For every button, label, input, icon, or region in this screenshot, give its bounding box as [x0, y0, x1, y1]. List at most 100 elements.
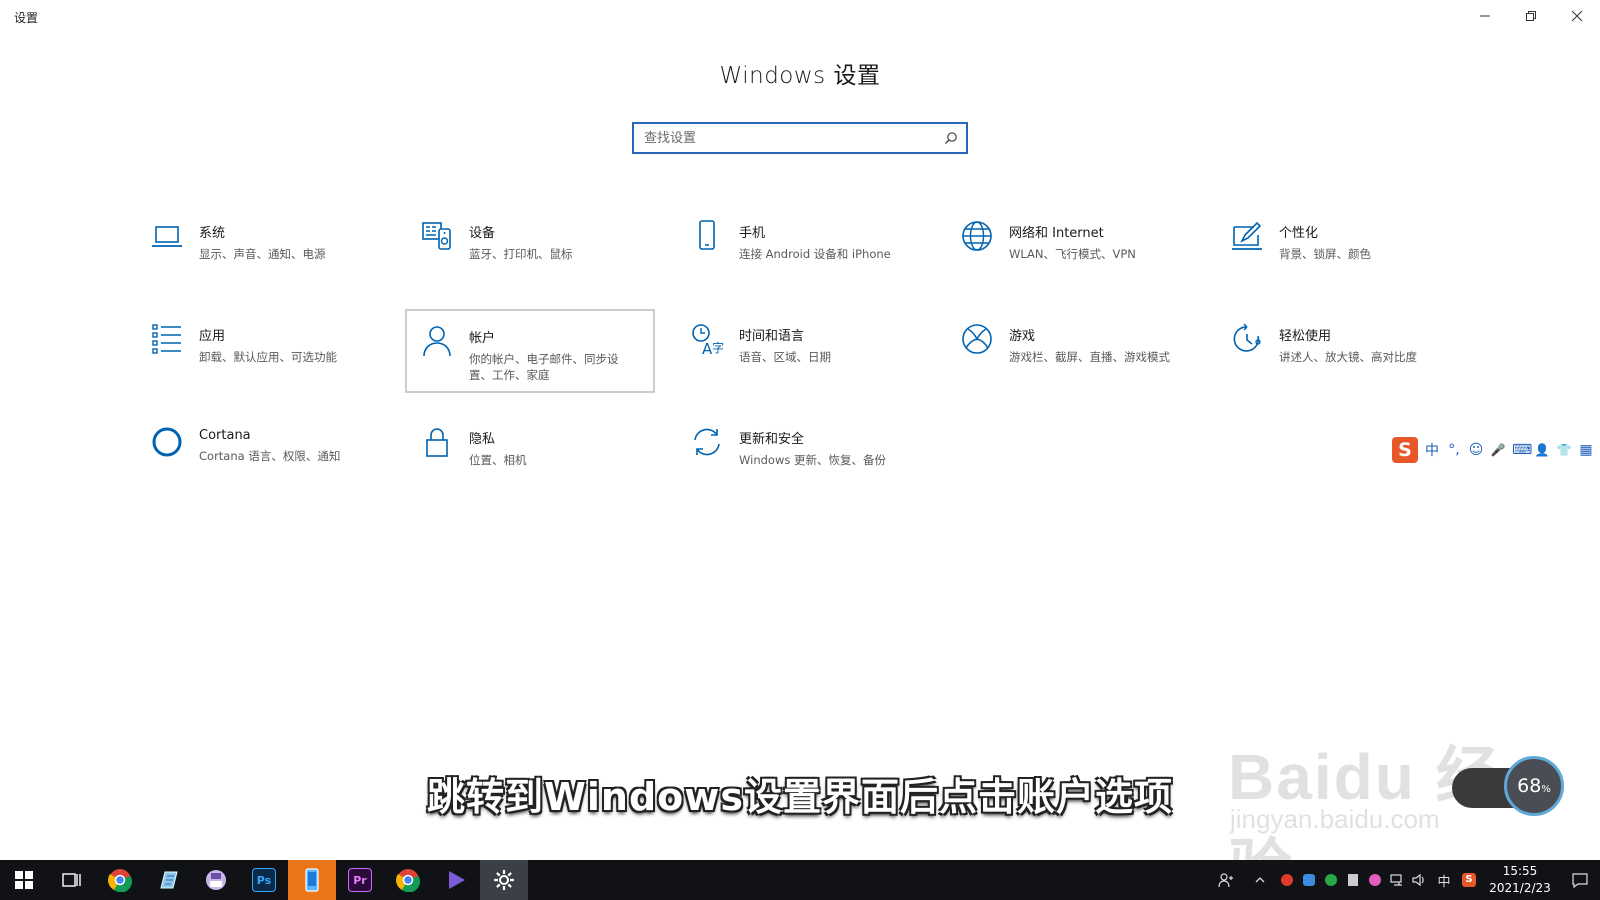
- ime-skin-icon[interactable]: 👕: [1556, 443, 1572, 457]
- task-view-icon: [62, 873, 81, 887]
- input-language-indicator[interactable]: 中: [1430, 860, 1458, 900]
- chevron-up-icon[interactable]: [1244, 860, 1276, 900]
- usb-tray-icon[interactable]: [1342, 860, 1364, 900]
- minimize-button[interactable]: [1462, 0, 1508, 32]
- category-name: 更新和安全: [739, 432, 805, 447]
- svg-text:字: 字: [712, 340, 724, 355]
- memory-widget[interactable]: 68%: [1452, 756, 1564, 818]
- app-tray-icon[interactable]: [1364, 860, 1386, 900]
- category-devices[interactable]: 设备 蓝牙、打印机、鼠标: [407, 206, 657, 290]
- ime-punctuation-icon[interactable]: °,: [1446, 442, 1462, 458]
- premiere-icon: Pr: [348, 868, 372, 892]
- ime-toolbar[interactable]: S 中 °, ☺ 🎤 ⌨ 👤 👕 ▦: [1392, 437, 1600, 463]
- ime-mode-indicator[interactable]: 中: [1424, 440, 1440, 460]
- ime-voice-icon[interactable]: 🎤: [1490, 443, 1506, 457]
- antivirus-tray-icon[interactable]: [1276, 860, 1298, 900]
- category-name: 个性化: [1279, 226, 1319, 241]
- sogou-logo-icon[interactable]: S: [1392, 437, 1418, 463]
- start-icon: [15, 871, 33, 889]
- memory-usage-gauge[interactable]: 68%: [1504, 756, 1564, 816]
- category-desc: Cortana 语言、权限、通知: [199, 449, 341, 463]
- taskbar: Ps Pr 中 S 15:55 2021/2/23: [0, 860, 1600, 900]
- category-personalization[interactable]: 个性化 背景、锁屏、颜色: [1217, 206, 1467, 290]
- clock[interactable]: 15:55 2021/2/23: [1480, 863, 1560, 897]
- search-input[interactable]: [634, 124, 936, 152]
- start-button[interactable]: [0, 860, 48, 900]
- category-name: 手机: [739, 226, 766, 241]
- window-controls: [1462, 0, 1600, 32]
- category-desc: 语音、区域、日期: [739, 350, 831, 364]
- taskbar-chrome[interactable]: [96, 860, 144, 900]
- category-privacy[interactable]: 隐私 位置、相机: [407, 412, 657, 496]
- cortana-icon: [149, 424, 185, 460]
- network-icon[interactable]: [1386, 860, 1408, 900]
- ime-keyboard-icon[interactable]: ⌨: [1512, 442, 1532, 458]
- ime-emoji-icon[interactable]: ☺: [1468, 442, 1484, 458]
- category-desc: 连接 Android 设备和 iPhone: [739, 247, 891, 261]
- action-center-icon[interactable]: [1560, 860, 1600, 900]
- category-desc: 你的帐户、电子邮件、同步设置、工作、家庭: [469, 352, 619, 382]
- close-icon: [1571, 10, 1583, 22]
- phone-app-icon: [305, 868, 319, 892]
- minimize-icon: [1480, 15, 1490, 17]
- category-network[interactable]: 网络和 Internet WLAN、飞行模式、VPN: [947, 206, 1197, 290]
- task-view-button[interactable]: [48, 860, 96, 900]
- person-icon: [419, 323, 455, 359]
- category-update-security[interactable]: 更新和安全 Windows 更新、恢复、备份: [677, 412, 927, 496]
- category-desc: 背景、锁屏、颜色: [1279, 247, 1371, 261]
- category-gaming[interactable]: 游戏 游戏栏、截屏、直播、游戏模式: [947, 309, 1197, 393]
- chrome-icon: [108, 869, 132, 892]
- shield-tray-icon[interactable]: [1320, 860, 1342, 900]
- system-tray: 中 S 15:55 2021/2/23: [1208, 860, 1600, 900]
- laptop-icon: [149, 218, 185, 254]
- photoshop-icon: Ps: [252, 868, 276, 892]
- clock-time: 15:55: [1502, 864, 1538, 878]
- category-name: 网络和 Internet: [1009, 226, 1104, 241]
- category-desc: WLAN、飞行模式、VPN: [1009, 247, 1136, 261]
- ime-toolbox-icon[interactable]: ▦: [1578, 442, 1594, 458]
- taskbar-settings[interactable]: [480, 860, 528, 900]
- taskbar-notepad[interactable]: [144, 860, 192, 900]
- search-icon[interactable]: [936, 124, 966, 152]
- restore-icon: [1526, 11, 1536, 21]
- title-bar: 设置: [0, 0, 1600, 32]
- taskbar-media-player[interactable]: [432, 860, 480, 900]
- category-name: 时间和语言: [739, 329, 805, 344]
- ease-of-access-icon: [1229, 321, 1265, 357]
- category-phone[interactable]: 手机 连接 Android 设备和 iPhone: [677, 206, 927, 290]
- category-name: 设备: [469, 226, 496, 241]
- ime-user-icon[interactable]: 👤: [1534, 443, 1550, 457]
- lock-icon: [419, 424, 455, 460]
- settings-icon: [494, 870, 514, 890]
- close-button[interactable]: [1554, 0, 1600, 32]
- cloud-tray-icon[interactable]: [1298, 860, 1320, 900]
- disk-icon: [206, 870, 226, 890]
- category-cortana[interactable]: Cortana Cortana 语言、权限、通知: [137, 412, 387, 496]
- category-name: 应用: [199, 329, 226, 344]
- restore-button[interactable]: [1508, 0, 1554, 32]
- taskbar-disk-tool[interactable]: [192, 860, 240, 900]
- memory-usage-value: 68: [1517, 775, 1542, 797]
- people-icon[interactable]: [1208, 860, 1244, 900]
- category-apps[interactable]: 应用 卸载、默认应用、可选功能: [137, 309, 387, 393]
- taskbar-phone-app[interactable]: [288, 860, 336, 900]
- xbox-icon: [959, 321, 995, 357]
- taskbar-photoshop[interactable]: Ps: [240, 860, 288, 900]
- apps-list-icon: [149, 321, 185, 357]
- category-system[interactable]: 系统 显示、声音、通知、电源: [137, 206, 387, 290]
- globe-icon: [959, 218, 995, 254]
- category-accounts[interactable]: 帐户 你的帐户、电子邮件、同步设置、工作、家庭: [405, 309, 655, 393]
- taskbar-chrome-2[interactable]: [384, 860, 432, 900]
- personalization-icon: [1229, 218, 1265, 254]
- search-box[interactable]: [632, 122, 968, 154]
- category-ease-of-access[interactable]: 轻松使用 讲述人、放大镜、高对比度: [1217, 309, 1467, 393]
- category-time-language[interactable]: A字 时间和语言 语音、区域、日期: [677, 309, 927, 393]
- time-language-icon: A字: [689, 321, 725, 357]
- sogou-tray-icon[interactable]: S: [1458, 860, 1480, 900]
- clock-date: 2021/2/23: [1489, 881, 1551, 895]
- category-name: 系统: [199, 226, 226, 241]
- volume-icon[interactable]: [1408, 860, 1430, 900]
- taskbar-premiere[interactable]: Pr: [336, 860, 384, 900]
- devices-icon: [419, 218, 455, 254]
- page-title: Windows 设置: [719, 63, 881, 89]
